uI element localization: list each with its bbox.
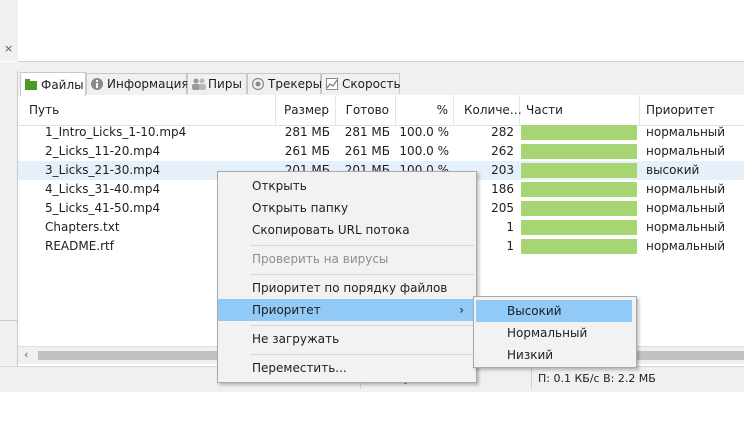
- pieces-bar: [521, 144, 637, 159]
- pieces-bar: [521, 182, 637, 197]
- file-priority: нормальный: [646, 201, 726, 215]
- tab-speed[interactable]: Скорость: [321, 73, 401, 94]
- file-name: 5_Licks_41-50.mp4: [45, 201, 161, 215]
- pieces-bar: [521, 239, 637, 254]
- tab-files[interactable]: Файлы: [20, 72, 86, 96]
- submenu-item-low[interactable]: Низкий: [476, 344, 632, 366]
- file-count: 262: [491, 144, 514, 158]
- file-name: 4_Licks_31-40.mp4: [45, 182, 161, 196]
- speed-icon: [326, 78, 338, 90]
- menu-item-copy-url[interactable]: Скопировать URL потока: [218, 219, 474, 241]
- file-done: 281 МБ: [344, 125, 390, 139]
- col-done[interactable]: Готово: [336, 95, 396, 125]
- status-transfer: П: 0.1 КБ/с В: 2.2 МБ: [538, 372, 656, 385]
- details-tabbar: Файлы Информация Пиры Трекеры Скорость: [18, 71, 744, 96]
- info-icon: [91, 78, 103, 90]
- col-pieces[interactable]: Части: [520, 95, 640, 125]
- status-divider: [531, 368, 532, 389]
- tab-label: Информация: [107, 77, 189, 91]
- file-name: README.rtf: [45, 239, 114, 253]
- submenu-item-normal[interactable]: Нормальный: [476, 322, 632, 344]
- menu-item-virus-check: Проверить на вирусы: [252, 252, 389, 266]
- close-icon[interactable]: ×: [4, 42, 13, 55]
- tab-info[interactable]: Информация: [86, 73, 189, 94]
- file-name: 2_Licks_11-20.mp4: [45, 144, 161, 158]
- tab-label: Пиры: [208, 77, 242, 91]
- col-priority[interactable]: Приоритет: [640, 95, 744, 125]
- menu-separator: [250, 245, 474, 246]
- files-icon: [25, 78, 37, 91]
- file-priority: высокий: [646, 163, 700, 177]
- scroll-left-icon[interactable]: ‹: [24, 348, 28, 361]
- menu-separator: [250, 354, 474, 355]
- file-priority: нормальный: [646, 125, 726, 139]
- tab-label: Файлы: [41, 77, 84, 92]
- pane-splitter[interactable]: [0, 62, 744, 71]
- pieces-bar: [521, 125, 637, 140]
- tab-trackers[interactable]: Трекеры: [247, 73, 323, 94]
- menu-item-open[interactable]: Открыть: [218, 175, 474, 197]
- file-priority: нормальный: [646, 220, 726, 234]
- table-row[interactable]: 2_Licks_11-20.mp4 261 МБ 261 МБ 100.0 % …: [18, 142, 744, 161]
- menu-item-dont-download[interactable]: Не загружать: [218, 328, 474, 350]
- file-priority: нормальный: [646, 239, 726, 253]
- file-count: 282: [491, 125, 514, 139]
- tab-peers[interactable]: Пиры: [187, 73, 247, 94]
- table-row[interactable]: 1_Intro_Licks_1-10.mp4 281 МБ 281 МБ 100…: [18, 123, 744, 142]
- priority-submenu: Высокий Нормальный Низкий: [473, 296, 637, 368]
- col-count[interactable]: Количе…: [454, 95, 522, 125]
- file-size: 281 МБ: [284, 125, 330, 139]
- submenu-item-high[interactable]: Высокий: [476, 300, 632, 322]
- menu-separator: [250, 325, 474, 326]
- col-size[interactable]: Размер: [276, 95, 336, 125]
- file-priority: нормальный: [646, 144, 726, 158]
- tab-label: Трекеры: [268, 77, 323, 91]
- file-name: 3_Licks_21-30.mp4: [45, 163, 161, 177]
- file-done: 261 МБ: [344, 144, 390, 158]
- file-name: 1_Intro_Licks_1-10.mp4: [45, 125, 187, 139]
- menu-item-priority-by-order[interactable]: Приоритет по порядку файлов: [218, 277, 474, 299]
- col-path[interactable]: Путь: [18, 95, 276, 125]
- menu-separator: [250, 274, 474, 275]
- trackers-icon: [251, 77, 265, 91]
- col-percent[interactable]: %: [396, 95, 454, 125]
- file-percent: 100.0 %: [399, 125, 449, 139]
- context-menu: Открыть Открыть папку Скопировать URL по…: [217, 171, 477, 383]
- gutter-divider: [0, 320, 17, 321]
- menu-item-open-folder[interactable]: Открыть папку: [218, 197, 474, 219]
- chevron-right-icon: ›: [459, 303, 464, 317]
- file-name: Chapters.txt: [45, 220, 120, 234]
- table-header: Путь Размер Готово % Количе… Части Приор…: [18, 95, 744, 126]
- file-percent: 100.0 %: [399, 144, 449, 158]
- tab-label: Скорость: [342, 77, 401, 91]
- pieces-bar: [521, 163, 637, 178]
- menu-item-priority[interactable]: Приоритет ›: [218, 299, 474, 321]
- pieces-bar: [521, 220, 637, 235]
- menu-item-move[interactable]: Переместить...: [218, 357, 474, 379]
- left-gutter: [0, 71, 18, 366]
- file-size: 261 МБ: [284, 144, 330, 158]
- torrent-list-pane: [18, 0, 744, 62]
- pieces-bar: [521, 201, 637, 216]
- peers-icon: [192, 78, 206, 90]
- file-priority: нормальный: [646, 182, 726, 196]
